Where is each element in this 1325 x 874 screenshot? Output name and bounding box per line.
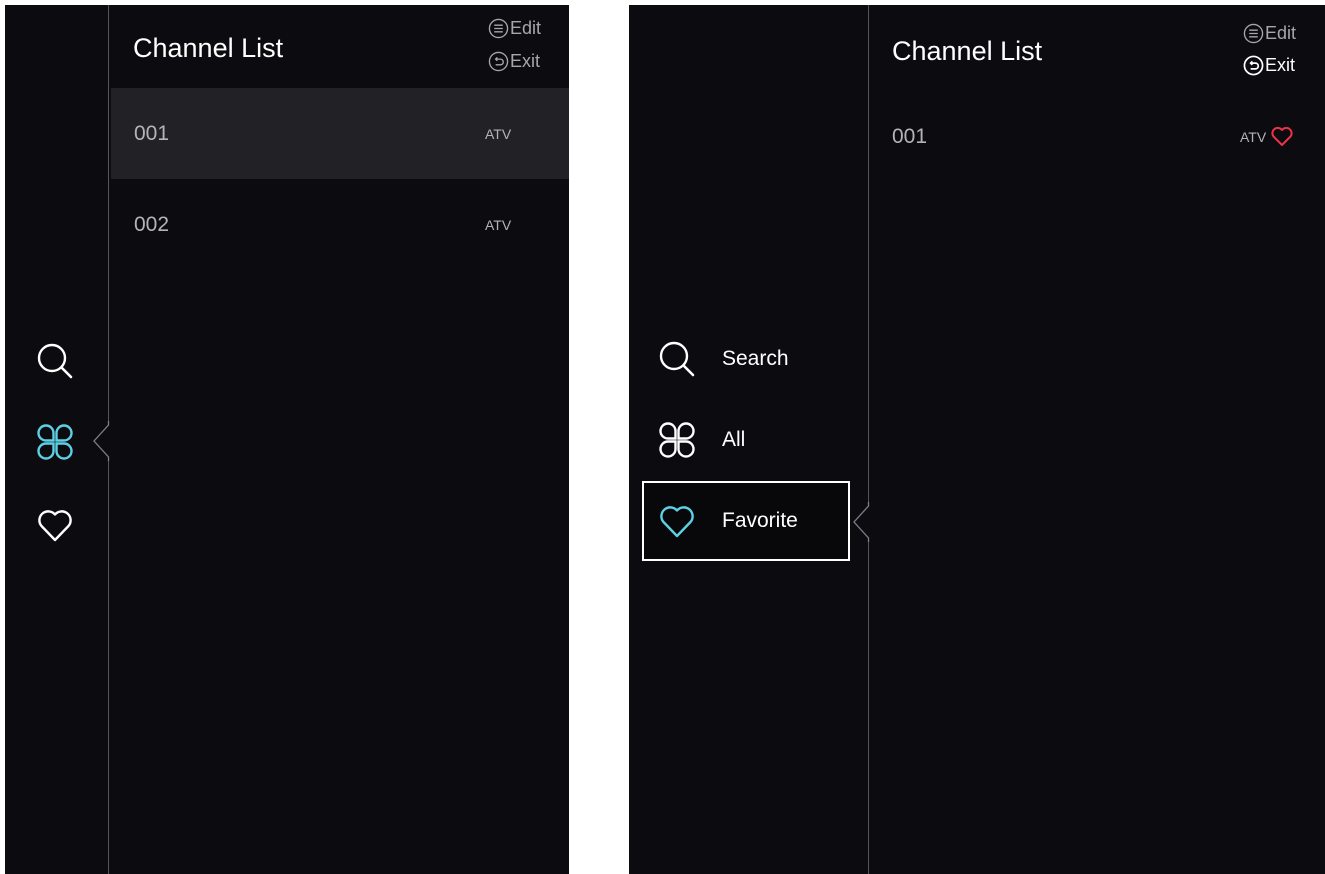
back-icon [488, 51, 509, 72]
search-icon [659, 341, 695, 377]
selection-notch [93, 421, 111, 461]
channel-list-panel-expanded: Channel List Edit Exit 001 ATV Search Al… [629, 5, 1325, 874]
selection-notch [853, 502, 871, 542]
channel-number: 001 [892, 124, 928, 148]
edit-hint-label: Edit [510, 18, 542, 38]
all-icon[interactable] [35, 422, 75, 462]
menu-item-label: Favorite [722, 509, 798, 532]
channel-row[interactable]: 001 ATV [111, 88, 569, 179]
edit-hint[interactable]: Edit [1243, 23, 1296, 44]
heart-icon [660, 506, 694, 538]
page-title: Channel List [892, 36, 1043, 66]
menu-item-label: All [722, 428, 746, 451]
edit-hint-label: Edit [1265, 23, 1297, 43]
exit-hint-label: Exit [1265, 55, 1296, 75]
channel-source: ATV [485, 216, 512, 233]
edit-hint[interactable]: Edit [488, 18, 541, 39]
all-icon [659, 422, 695, 458]
exit-hint-label: Exit [510, 51, 541, 71]
back-icon [1243, 55, 1264, 76]
exit-hint[interactable]: Exit [1243, 55, 1295, 76]
menu-icon [488, 18, 509, 39]
exit-hint[interactable]: Exit [488, 51, 540, 72]
channel-row[interactable]: 001 ATV [871, 91, 1325, 182]
page-title: Channel List [133, 33, 284, 63]
channel-row[interactable]: 002 ATV [111, 179, 569, 270]
search-icon[interactable] [35, 341, 75, 381]
menu-item-favorite[interactable]: Favorite [642, 481, 850, 561]
favorite-heart-icon [1271, 126, 1293, 146]
channel-number: 002 [134, 212, 170, 236]
channel-source: ATV [1240, 128, 1267, 145]
channel-number: 001 [134, 121, 170, 145]
menu-icon [1243, 23, 1264, 44]
menu-item-search[interactable]: Search [652, 329, 849, 389]
channel-source: ATV [485, 125, 512, 142]
menu-item-label: Search [722, 347, 789, 370]
sidebar-divider [868, 5, 869, 874]
heart-icon[interactable] [35, 505, 75, 545]
channel-list-panel-collapsed: Channel List Edit Exit 001 ATV 002 ATV [5, 5, 569, 874]
menu-item-all[interactable]: All [652, 410, 849, 470]
